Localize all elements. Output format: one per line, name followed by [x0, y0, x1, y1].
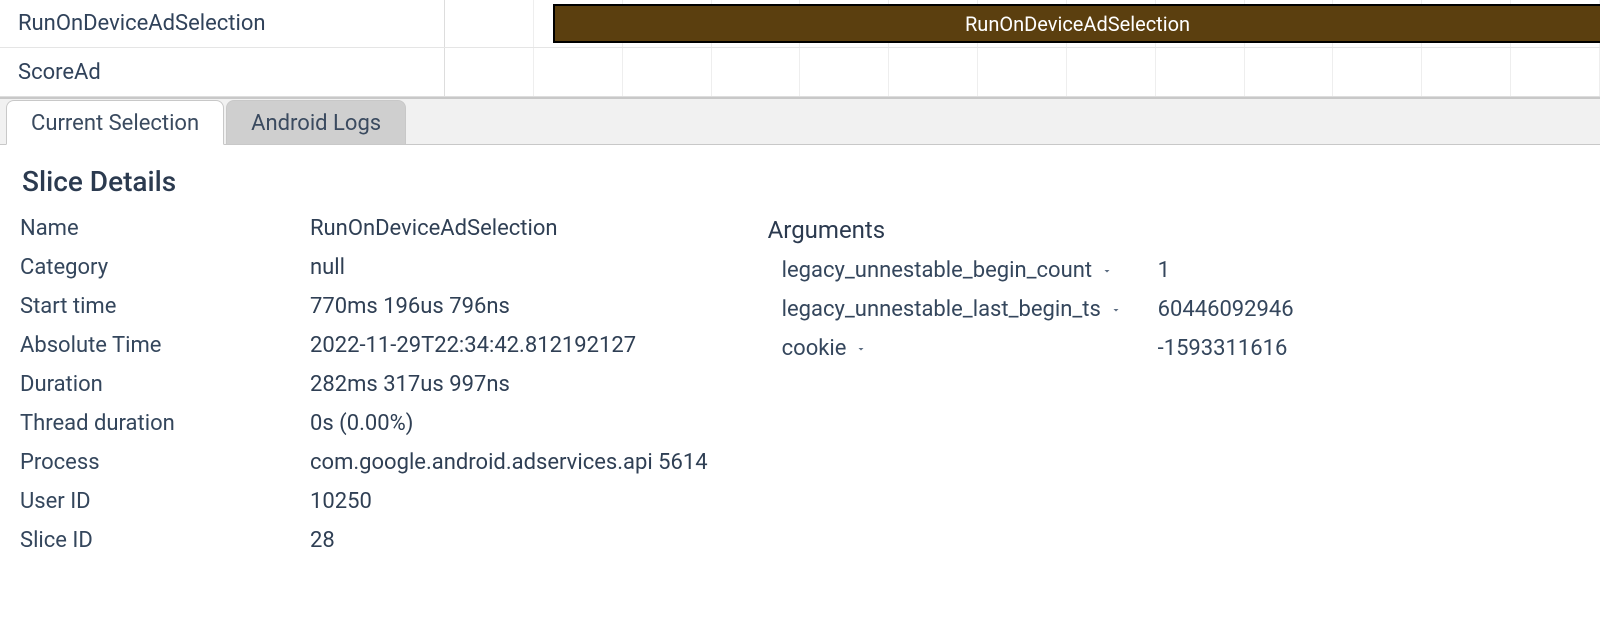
section-title: Slice Details [22, 165, 1580, 198]
detail-field-label: Thread duration [20, 411, 300, 436]
detail-field-label: Slice ID [20, 528, 300, 553]
detail-field-value: 10250 [310, 489, 708, 514]
slice-details-table: Name RunOnDeviceAdSelection Category null St… [20, 216, 708, 553]
argument-row: cookie -1593311616 [782, 336, 1580, 361]
argument-key-text: legacy_unnestable_begin_count [782, 258, 1092, 283]
detail-field-value: 28 [310, 528, 708, 553]
arguments-title: Arguments [768, 216, 1580, 244]
detail-field-label: Duration [20, 372, 300, 397]
trace-row[interactable]: RunOnDeviceAdSelection RunOnDeviceAdSele… [0, 0, 1600, 48]
trace-row-label: RunOnDeviceAdSelection [0, 0, 445, 47]
argument-key: legacy_unnestable_begin_count [782, 258, 1152, 283]
arguments-list: legacy_unnestable_begin_count1legacy_unn… [768, 258, 1580, 361]
detail-field-label: Process [20, 450, 300, 475]
detail-field-label: Name [20, 216, 300, 241]
detail-field-value: 770ms 196us 796ns [310, 294, 708, 319]
chevron-down-icon[interactable] [1109, 303, 1123, 317]
details-panel: Slice Details Name RunOnDeviceAdSelection… [0, 145, 1600, 567]
tab-current-selection[interactable]: Current Selection [6, 100, 224, 145]
tabs-bar: Current Selection Android Logs [0, 97, 1600, 145]
argument-value: 60446092946 [1158, 297, 1580, 322]
trace-slice[interactable]: RunOnDeviceAdSelection [553, 4, 1600, 43]
chevron-down-icon[interactable] [1100, 264, 1114, 278]
detail-field-value: com.google.android.adservices.api 5614 [310, 450, 708, 475]
argument-key-text: cookie [782, 336, 847, 361]
argument-key: legacy_unnestable_last_begin_ts [782, 297, 1152, 322]
tab-label: Current Selection [31, 111, 199, 136]
detail-field-value: 0s (0.00%) [310, 411, 708, 436]
detail-field-value: null [310, 255, 708, 280]
argument-key-text: legacy_unnestable_last_begin_ts [782, 297, 1101, 322]
trace-area: RunOnDeviceAdSelection RunOnDeviceAdSele… [0, 0, 1600, 97]
detail-field-label: Absolute Time [20, 333, 300, 358]
tab-label: Android Logs [251, 111, 381, 136]
arguments-column: Arguments legacy_unnestable_begin_count 1… [768, 216, 1580, 553]
argument-row: legacy_unnestable_last_begin_ts 604460929… [782, 297, 1580, 322]
argument-row: legacy_unnestable_begin_count 1 [782, 258, 1580, 283]
detail-field-value: 282ms 317us 997ns [310, 372, 708, 397]
trace-timeline[interactable] [445, 48, 1600, 96]
trace-row-label: ScoreAd [0, 48, 445, 96]
trace-row[interactable]: ScoreAd [0, 48, 1600, 96]
chevron-down-icon[interactable] [854, 342, 868, 356]
argument-value: -1593311616 [1158, 336, 1580, 361]
trace-slice-label: RunOnDeviceAdSelection [965, 12, 1190, 36]
tab-android-logs[interactable]: Android Logs [226, 100, 406, 144]
trace-timeline[interactable]: RunOnDeviceAdSelection [445, 0, 1600, 47]
argument-value: 1 [1158, 258, 1580, 283]
detail-field-label: Start time [20, 294, 300, 319]
detail-field-value: RunOnDeviceAdSelection [310, 216, 708, 241]
argument-key: cookie [782, 336, 1152, 361]
detail-field-label: Category [20, 255, 300, 280]
detail-field-label: User ID [20, 489, 300, 514]
timeline-grid [445, 48, 1600, 96]
detail-field-value: 2022-11-29T22:34:42.812192127 [310, 333, 708, 358]
